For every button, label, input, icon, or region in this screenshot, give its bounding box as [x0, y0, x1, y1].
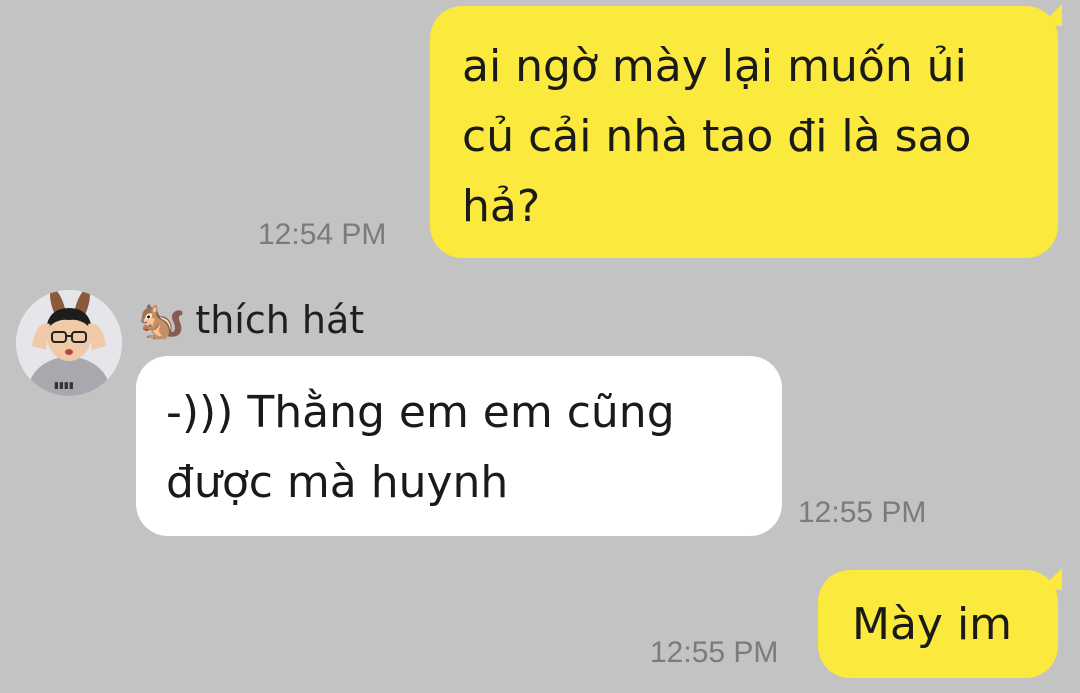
outgoing-message-bubble[interactable]: ai ngờ mày lại muốn ủi củ cải nhà tao đi… [430, 6, 1058, 258]
avatar-photo-icon: ▮▮▮▮ [16, 290, 122, 396]
message-timestamp: 12:54 PM [258, 218, 387, 251]
message-text-line: Mày im [852, 599, 1013, 650]
message-text-line: -))) Thằng em em cũng [166, 387, 675, 438]
message-text-line: được mà huynh [166, 457, 509, 508]
message-text-line: ai ngờ mày lại muốn ủi [462, 41, 967, 92]
bubble-tail-icon [1040, 568, 1062, 590]
bubble-tail-icon [1040, 4, 1062, 26]
sender-name[interactable]: thích hát [195, 298, 364, 342]
message-text-line: hả? [462, 181, 541, 232]
outgoing-message-bubble[interactable]: Mày im [818, 570, 1058, 678]
message-text-line: củ cải nhà tao đi là sao [462, 111, 972, 162]
message-timestamp: 12:55 PM [650, 636, 779, 669]
incoming-message-bubble[interactable]: -))) Thằng em em cũng được mà huynh [136, 356, 782, 536]
message-timestamp: 12:55 PM [798, 496, 927, 529]
svg-text:▮▮▮▮: ▮▮▮▮ [54, 381, 74, 391]
sender-avatar[interactable]: ▮▮▮▮ [16, 290, 122, 396]
sender-header: 🐿️ thích hát [138, 292, 364, 348]
squirrel-emoji-icon: 🐿️ [138, 298, 186, 342]
